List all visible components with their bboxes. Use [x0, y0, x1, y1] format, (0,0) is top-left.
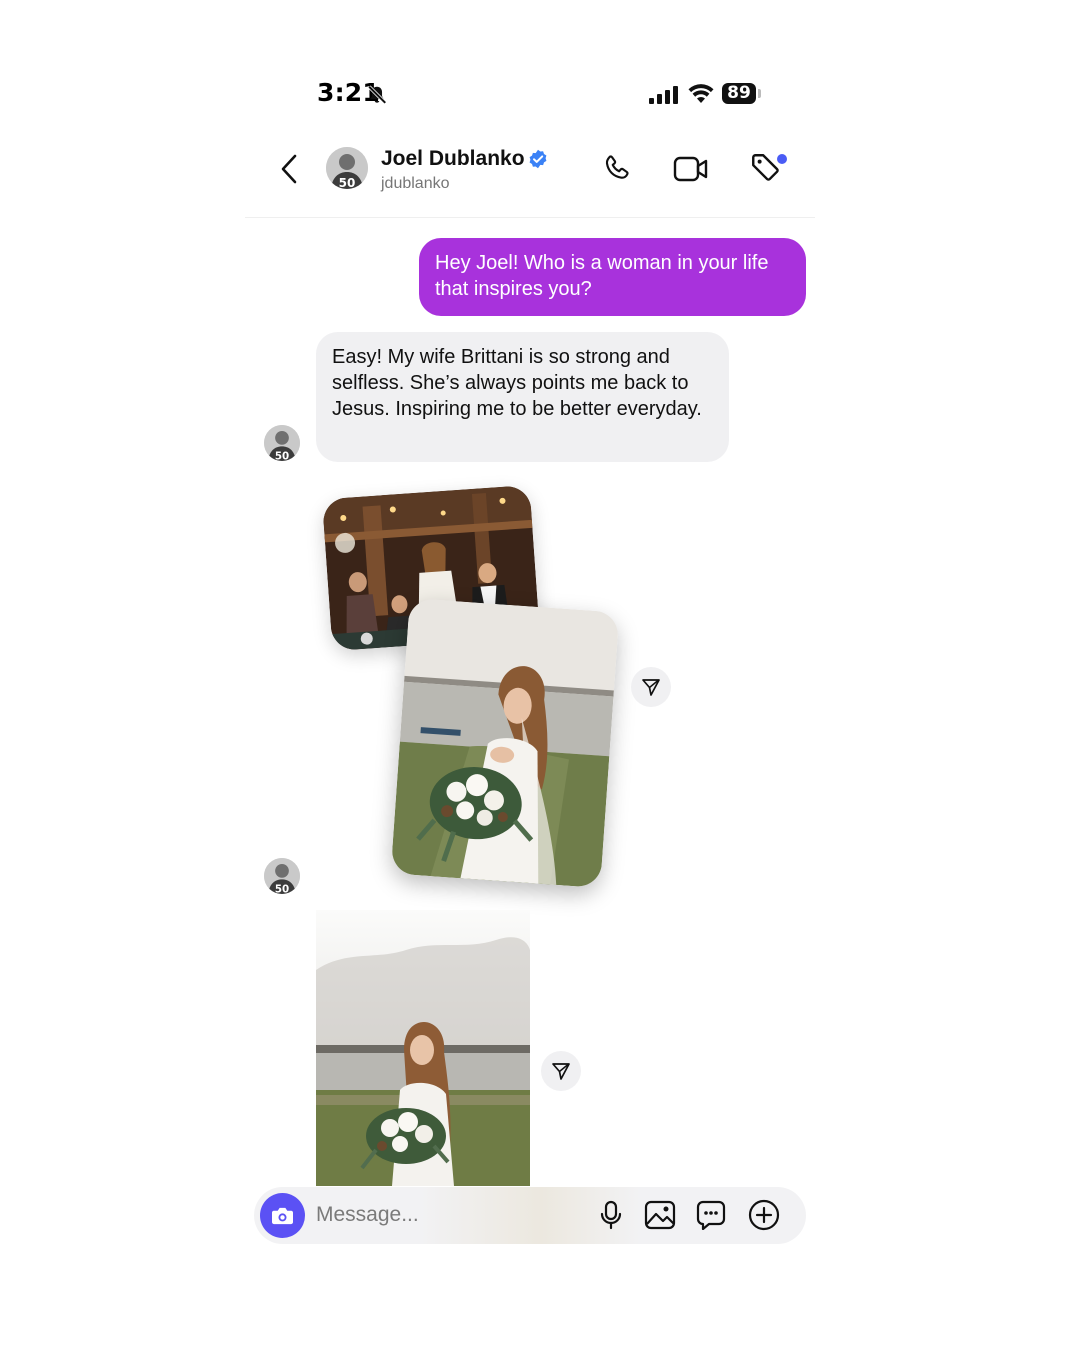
- microphone-icon[interactable]: [598, 1200, 624, 1235]
- camera-icon: [272, 1207, 293, 1225]
- svg-text:50: 50: [275, 450, 289, 461]
- verified-badge-icon: [528, 149, 548, 174]
- share-button[interactable]: [631, 667, 671, 707]
- bride-bouquet-photo[interactable]: [390, 598, 620, 888]
- camera-button[interactable]: [260, 1193, 305, 1238]
- wifi-icon: [688, 83, 714, 108]
- battery-cap: [758, 89, 761, 98]
- avatar[interactable]: 50: [326, 147, 368, 189]
- svg-text:50: 50: [275, 883, 289, 894]
- bride-waterfront-photo[interactable]: [316, 910, 530, 1186]
- svg-text:50: 50: [339, 176, 356, 189]
- received-message[interactable]: Easy! My wife Brittani is so strong and …: [316, 332, 729, 462]
- sent-message[interactable]: Hey Joel! Who is a woman in your life th…: [419, 238, 806, 316]
- plus-icon[interactable]: [748, 1199, 780, 1236]
- avatar[interactable]: 50: [264, 425, 300, 461]
- bell-muted-icon: [366, 84, 388, 111]
- battery-level: 89: [722, 83, 756, 104]
- sticker-icon[interactable]: [696, 1200, 726, 1235]
- notification-dot: [777, 154, 787, 164]
- contact-username[interactable]: jdublanko: [381, 175, 450, 193]
- back-button[interactable]: [278, 152, 302, 191]
- video-call-icon[interactable]: [673, 154, 709, 189]
- contact-name[interactable]: Joel Dublanko: [381, 147, 525, 171]
- send-arrow-icon: [552, 1063, 570, 1080]
- avatar[interactable]: 50: [264, 858, 300, 894]
- gallery-icon[interactable]: [644, 1200, 676, 1235]
- cell-signal-icon: [649, 86, 679, 109]
- phone-call-icon[interactable]: [601, 153, 633, 190]
- header-divider: [245, 217, 815, 218]
- message-input[interactable]: [316, 1199, 576, 1231]
- send-arrow-icon: [642, 679, 660, 696]
- share-button[interactable]: [541, 1051, 581, 1091]
